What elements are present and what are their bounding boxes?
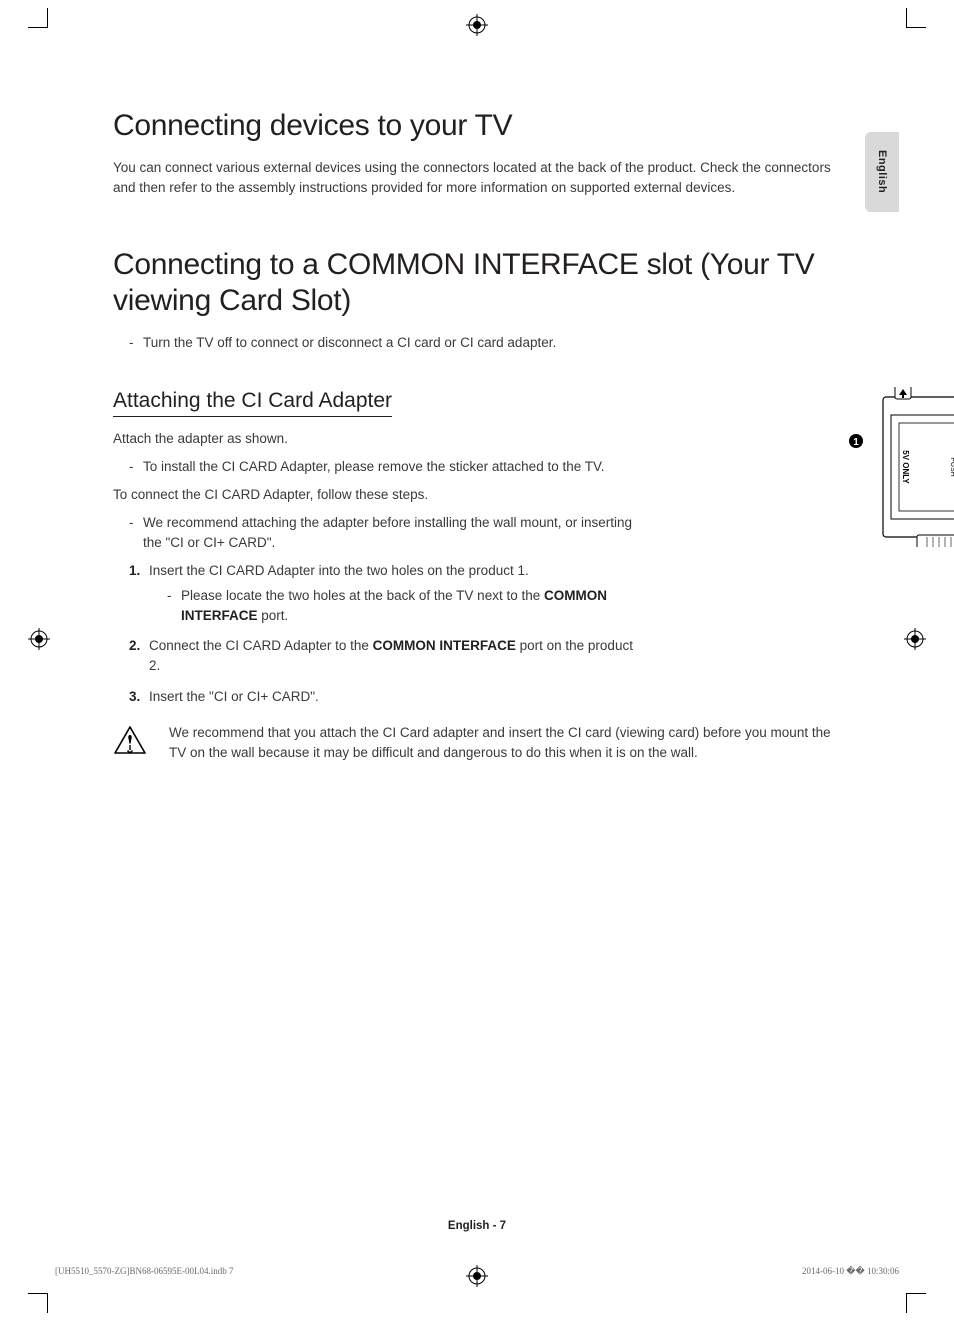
step-3: 3. Insert the "CI or CI+ CARD".	[129, 687, 633, 707]
step-1-text: Insert the CI CARD Adapter into the two …	[149, 563, 529, 578]
registration-mark-icon	[466, 14, 488, 36]
attach-intro: Attach the adapter as shown.	[113, 429, 633, 449]
registration-mark-icon	[904, 628, 926, 650]
footer-timestamp: 2014-06-10 �� 10:30:06	[802, 1266, 899, 1277]
step-number: 2.	[129, 636, 140, 656]
step-1-sub: Please locate the two holes at the back …	[167, 586, 633, 627]
crop-mark	[906, 8, 907, 28]
crop-mark	[906, 27, 926, 28]
svg-text:PUSH: PUSH	[949, 458, 954, 477]
subheading-attaching-adapter: Attaching the CI Card Adapter	[113, 389, 392, 417]
warning-text: We recommend that you attach the CI Card…	[169, 723, 833, 764]
warning-icon	[113, 725, 147, 764]
step-number: 3.	[129, 687, 140, 707]
language-tab: English	[865, 132, 899, 212]
crop-mark	[906, 1293, 907, 1313]
heading-connecting-devices: Connecting devices to your TV	[113, 108, 833, 144]
step-number: 1.	[129, 561, 140, 581]
svg-text:5V ONLY: 5V ONLY	[901, 451, 910, 485]
step-3-text: Insert the "CI or CI+ CARD".	[149, 689, 319, 704]
crop-mark	[28, 27, 48, 28]
bullet-recommend-wallmount: We recommend attaching the adapter befor…	[129, 513, 633, 554]
crop-mark	[47, 8, 48, 28]
registration-mark-icon	[28, 628, 50, 650]
warning-note: We recommend that you attach the CI Card…	[113, 723, 833, 764]
follow-steps-text: To connect the CI CARD Adapter, follow t…	[113, 485, 633, 505]
bullet-turn-off: Turn the TV off to connect or disconnect…	[129, 333, 833, 353]
footer-metadata: [UH5510_5570-ZG]BN68-06595E-00L04.indb 7…	[55, 1266, 899, 1277]
crop-mark	[28, 1293, 48, 1294]
svg-text:1: 1	[853, 437, 859, 448]
crop-mark	[47, 1293, 48, 1313]
footer-filename: [UH5510_5570-ZG]BN68-06595E-00L04.indb 7	[55, 1266, 233, 1277]
language-tab-label: English	[876, 150, 888, 193]
page-number: English - 7	[0, 1220, 954, 1232]
crop-mark	[906, 1293, 926, 1294]
intro-paragraph: You can connect various external devices…	[113, 158, 833, 197]
bullet-remove-sticker: To install the CI CARD Adapter, please r…	[129, 457, 633, 477]
step-2: 2. Connect the CI CARD Adapter to the CO…	[129, 636, 633, 677]
heading-common-interface: Connecting to a COMMON INTERFACE slot (Y…	[113, 247, 833, 319]
ci-card-adapter-diagram: COMMON INTERFACE PUSH 5V ONLY 1 2	[843, 387, 954, 547]
page-content: Connecting devices to your TV You can co…	[113, 108, 833, 763]
step-1: 1. Insert the CI CARD Adapter into the t…	[129, 561, 633, 626]
